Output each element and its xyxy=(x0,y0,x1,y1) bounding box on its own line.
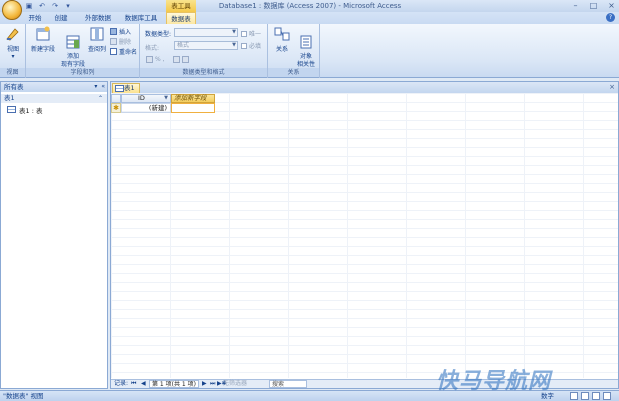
format-label: 格式: xyxy=(145,45,160,52)
format-combo[interactable]: 格式 ▼ xyxy=(174,41,238,50)
number-format-buttons[interactable]: % , xyxy=(146,55,189,64)
relationships-button[interactable]: 关系 xyxy=(271,26,293,53)
new-record-row-selector[interactable]: ✱ xyxy=(111,103,121,113)
nav-group-table1[interactable]: 表1 ⌃ xyxy=(1,94,107,103)
unique-checkbox[interactable]: 唯一 xyxy=(241,29,261,38)
add-existing-fields-icon xyxy=(66,35,80,49)
ribbon-tabs: 开始 创建 外部数据 数据库工具 数据表 xyxy=(0,12,619,24)
customize-icon[interactable]: ▾ xyxy=(64,2,72,10)
first-record-button[interactable]: ⏮ xyxy=(131,380,136,388)
tab-database-tools[interactable]: 数据库工具 xyxy=(120,12,162,24)
delete-icon xyxy=(110,38,117,45)
record-position[interactable]: 第 1 项(共 1 项) xyxy=(149,380,199,388)
decimal-decrease-icon xyxy=(181,56,189,63)
chevron-down-icon: ▼ xyxy=(232,42,236,48)
close-icon[interactable]: × xyxy=(609,82,615,93)
navigation-pane: 所有表 ▾ « 表1 ⌃ 表1 : 表 xyxy=(0,81,108,389)
datasheet-view-icon[interactable] xyxy=(570,392,578,400)
currency-icon xyxy=(146,56,153,63)
doc-tab-table1[interactable]: 表1 xyxy=(112,83,140,93)
document-tabs: 表1 × xyxy=(111,82,618,93)
tab-home[interactable]: 开始 xyxy=(24,12,46,24)
rename-icon xyxy=(110,48,117,55)
cell-add-new-field-active[interactable] xyxy=(171,103,215,113)
filter-indicator[interactable]: 无筛选器 xyxy=(223,380,247,388)
minimize-button[interactable]: – xyxy=(571,1,580,10)
data-type-group-label: 数据类型和格式 xyxy=(140,68,267,77)
status-text: "数据表" 视图 xyxy=(3,392,44,400)
office-button[interactable] xyxy=(2,0,22,20)
column-header-add-new-field[interactable]: 添加新字段 xyxy=(171,94,215,103)
tab-create[interactable]: 创建 xyxy=(50,12,72,24)
tab-external-data[interactable]: 外部数据 xyxy=(80,12,116,24)
fields-and-columns-group: 新建字段 添加 现有字段 查阅列 插入 删除 重命名 字段和列 xyxy=(26,24,140,78)
search-input[interactable]: 搜索 xyxy=(269,380,307,388)
tab-datasheet[interactable]: 数据表 xyxy=(166,12,196,24)
column-header-id[interactable]: ID ▼ xyxy=(121,94,171,103)
chevron-up-icon: ⌃ xyxy=(97,95,103,102)
watermark: 快马导航网 xyxy=(436,369,552,394)
new-field-icon xyxy=(36,26,50,41)
insert-column-button[interactable]: 插入 xyxy=(110,27,131,36)
close-button[interactable]: × xyxy=(607,1,616,10)
previous-record-button[interactable]: ◀ xyxy=(141,380,146,388)
rename-column-button[interactable]: 重命名 xyxy=(110,47,137,56)
relationships-icon xyxy=(274,27,290,41)
chevron-down-icon[interactable]: ▾ xyxy=(94,82,97,92)
relationships-group: 关系 对象 相关性 关系 xyxy=(268,24,320,78)
chevron-down-icon: ▼ xyxy=(232,29,236,35)
save-icon[interactable]: ▣ xyxy=(25,2,33,10)
collapse-pane-icon[interactable]: « xyxy=(101,82,105,92)
nav-pane-header[interactable]: 所有表 ▾ « xyxy=(1,82,107,92)
nav-item-table1[interactable]: 表1 : 表 xyxy=(7,105,42,115)
delete-column-button[interactable]: 删除 xyxy=(110,37,131,46)
window-controls: – □ × xyxy=(571,1,616,10)
design-view-icon[interactable] xyxy=(603,392,611,400)
ribbon: 视图 ▾ 视图 新建字段 添加 现有字段 查阅列 插入 删除 重命名 字段和列 … xyxy=(0,24,619,78)
data-type-group: 数据类型: ▼ 格式: 格式 ▼ % , 唯一 必填 数据类型和格式 xyxy=(140,24,268,78)
redo-icon[interactable]: ↷ xyxy=(51,2,59,10)
pivot-chart-view-icon[interactable] xyxy=(592,392,600,400)
maximize-button[interactable]: □ xyxy=(589,1,598,10)
select-all-cell[interactable] xyxy=(111,94,121,103)
new-field-button[interactable]: 新建字段 xyxy=(29,26,57,53)
quick-access-toolbar: ▣ ↶ ↷ ▾ xyxy=(25,1,72,11)
table-icon xyxy=(115,85,124,92)
window-title: Database1 : 数据库 (Access 2007) - Microsof… xyxy=(218,2,402,10)
data-type-label: 数据类型: xyxy=(145,31,172,38)
cell-id-new[interactable]: (新建) xyxy=(121,103,171,113)
lookup-column-icon xyxy=(90,27,104,41)
views-group-label: 视图 xyxy=(0,68,25,77)
table-icon xyxy=(7,106,16,113)
next-record-button[interactable]: ▶ xyxy=(202,380,207,388)
datasheet-grid[interactable] xyxy=(111,93,618,378)
relationships-group-label: 关系 xyxy=(268,68,319,77)
table-tools-context-label: 表工具 xyxy=(166,0,196,12)
chevron-down-icon[interactable]: ▼ xyxy=(164,95,168,102)
decimal-increase-icon xyxy=(172,56,180,63)
insert-icon xyxy=(110,28,117,35)
pivot-table-view-icon[interactable] xyxy=(581,392,589,400)
document-area: 表1 × ID ▼ 添加新字段 ✱ (新建) 记录: ⏮ ◀ 第 1 项(共 1… xyxy=(110,81,619,389)
undo-icon[interactable]: ↶ xyxy=(38,2,46,10)
object-dependencies-icon xyxy=(300,35,312,49)
data-type-combo[interactable]: ▼ xyxy=(174,28,238,37)
record-label: 记录: xyxy=(114,380,129,387)
last-record-button[interactable]: ⏭ xyxy=(210,380,215,388)
view-icon xyxy=(6,28,19,41)
lookup-column-button[interactable]: 查阅列 xyxy=(86,26,108,53)
fields-group-label: 字段和列 xyxy=(26,68,139,77)
help-icon[interactable]: ? xyxy=(606,13,615,22)
view-button[interactable]: 视图 ▾ xyxy=(3,26,23,60)
required-checkbox[interactable]: 必填 xyxy=(241,41,261,50)
views-group: 视图 ▾ 视图 xyxy=(0,24,26,78)
